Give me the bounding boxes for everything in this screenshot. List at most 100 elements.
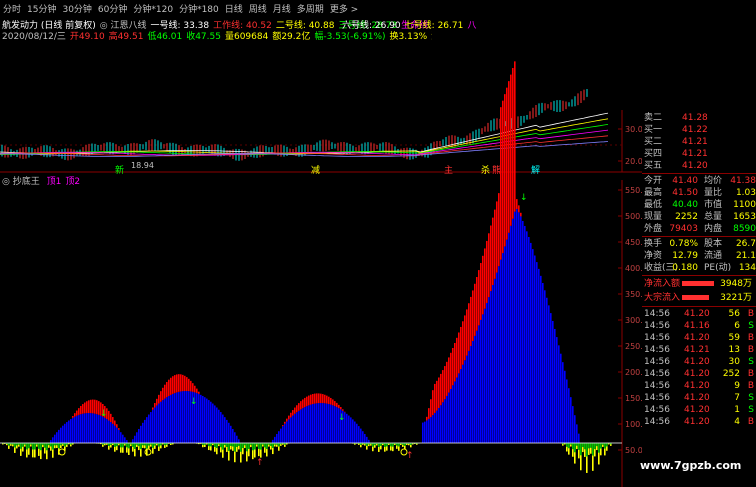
indicator-bar-green: [246, 443, 248, 452]
indicator-bar-blue: [568, 388, 570, 443]
indicator-bar-green: [372, 443, 374, 447]
tick-price: 41.20: [684, 309, 710, 319]
stat-value: 26.7: [735, 239, 756, 249]
indicator-bar-blue: [216, 407, 218, 443]
indicator-bar-blue: [456, 377, 458, 443]
indicator-bar-blue: [574, 415, 576, 443]
indicator-bar-green: [252, 443, 254, 451]
indicator-axis-label: 250.00: [625, 342, 642, 351]
tick-volume: 13: [728, 345, 740, 355]
tick-price: 41.20: [684, 393, 710, 403]
indicator-bar-red: [520, 212, 522, 217]
tick-price: 41.21: [684, 345, 710, 355]
indicator-bar-blue: [316, 403, 318, 443]
indicator-bar-blue: [310, 404, 312, 443]
indicator-bar-red: [296, 405, 298, 413]
indicator-bar-blue: [538, 268, 540, 443]
indicator-bar-blue: [82, 413, 84, 443]
tick-time: 14:56: [644, 393, 670, 403]
indicator-bar-red: [514, 61, 516, 212]
stat-value: 8590: [733, 224, 756, 234]
indicator-bar-blue: [426, 420, 428, 443]
indicator-bar-blue: [422, 422, 424, 443]
indicator-bar-blue: [360, 428, 362, 443]
indicator-bar-green: [114, 443, 116, 447]
stat-label: 净资: [644, 251, 663, 261]
indicator-bar-red: [438, 377, 440, 408]
indicator-bar-red: [86, 401, 88, 414]
indicator-bar-blue: [540, 275, 542, 443]
indicator-bar-blue: [326, 403, 328, 443]
tick-row: 14:56 41.20 9 B: [642, 380, 756, 392]
indicator-bar-blue: [162, 400, 164, 443]
indicator-bar-blue: [224, 417, 226, 443]
indicator-bar-red: [170, 377, 172, 395]
indicator-bar-blue: [212, 403, 214, 443]
indicator-bar-green: [20, 443, 22, 449]
indicator-bar-blue: [238, 439, 240, 443]
indicator-bar-blue: [562, 362, 564, 443]
moving-average-line: [0, 124, 609, 156]
indicator-bar-red: [76, 410, 78, 416]
indicator-bar-blue: [228, 422, 230, 443]
indicator-bar-blue: [424, 421, 426, 443]
indicator-bar-blue: [358, 426, 360, 443]
tick-side: S: [748, 321, 754, 331]
indicator-bar-green: [126, 443, 128, 448]
indicator-bar-blue: [434, 412, 436, 443]
indicator-bar-blue: [304, 407, 306, 443]
indicator-bar-green: [606, 443, 608, 447]
indicator-bar-red: [74, 413, 76, 417]
indicator-bar-green: [44, 443, 46, 448]
stat-row: 换手 0.78% 股本 26.7: [642, 238, 756, 250]
tick-price: 41.20: [684, 381, 710, 391]
indicator-bar-red: [324, 394, 326, 404]
indicator-axis-label: 100.00: [625, 420, 642, 429]
indicator-bar-blue: [528, 237, 530, 443]
indicator-bar-green: [384, 443, 386, 447]
indicator-bar-blue: [108, 420, 110, 443]
indicator-bar-red: [506, 87, 508, 240]
indicator-bar-blue: [134, 435, 136, 443]
indicator-bar-blue: [318, 403, 320, 443]
indicator-bar-blue: [308, 405, 310, 443]
indicator-bar-blue: [288, 419, 290, 443]
indicator-bar-red: [96, 400, 98, 415]
stat-value: 12.79: [672, 251, 698, 261]
indicator-bar-green: [228, 443, 230, 451]
indicator-bar-green: [220, 443, 222, 448]
indicator-bar-blue: [322, 403, 324, 443]
low-price-label: 18.94: [131, 161, 154, 170]
indicator-bar-red: [320, 393, 322, 403]
indicator-axis-label: 450.00: [625, 238, 642, 247]
indicator-bar-green: [234, 443, 236, 452]
indicator-bar-red: [460, 326, 462, 370]
indicator-bar-blue: [152, 409, 154, 443]
indicator-bar-blue: [146, 417, 148, 443]
indicator-bar-blue: [484, 308, 486, 443]
tick-time: 14:56: [644, 417, 670, 427]
indicator-bar-red: [470, 296, 472, 347]
chart-canvas[interactable]: 30.00 20.00 18.94 新 减 主 杀熊 解 550.00 500.00 450.00 4…: [0, 0, 642, 487]
indicator-bar-blue: [348, 415, 350, 443]
indicator-bar-green: [266, 443, 268, 450]
indicator-bar-blue: [140, 425, 142, 443]
stat-label: 现量: [644, 212, 663, 222]
indicator-bar-blue: [354, 421, 356, 443]
indicator-bar-green: [242, 443, 244, 449]
indicator-bar-blue: [218, 409, 220, 443]
order-book-label: 买五: [644, 161, 663, 171]
indicator-bar-blue: [220, 412, 222, 443]
indicator-bar-red: [448, 357, 450, 393]
indicator-bar-blue: [548, 305, 550, 443]
indicator-line-0: 顶1: [46, 177, 62, 187]
indicator-bar-green: [238, 443, 240, 446]
indicator-bar-red: [118, 428, 120, 430]
indicator-bar-blue: [64, 423, 66, 443]
indicator-bar-green: [586, 443, 588, 457]
indicator-bar-blue: [442, 402, 444, 443]
tick-side: B: [747, 417, 754, 427]
indicator-bar-blue: [164, 398, 166, 443]
tick-side: S: [748, 393, 754, 403]
indicator-bar-red: [294, 407, 296, 414]
